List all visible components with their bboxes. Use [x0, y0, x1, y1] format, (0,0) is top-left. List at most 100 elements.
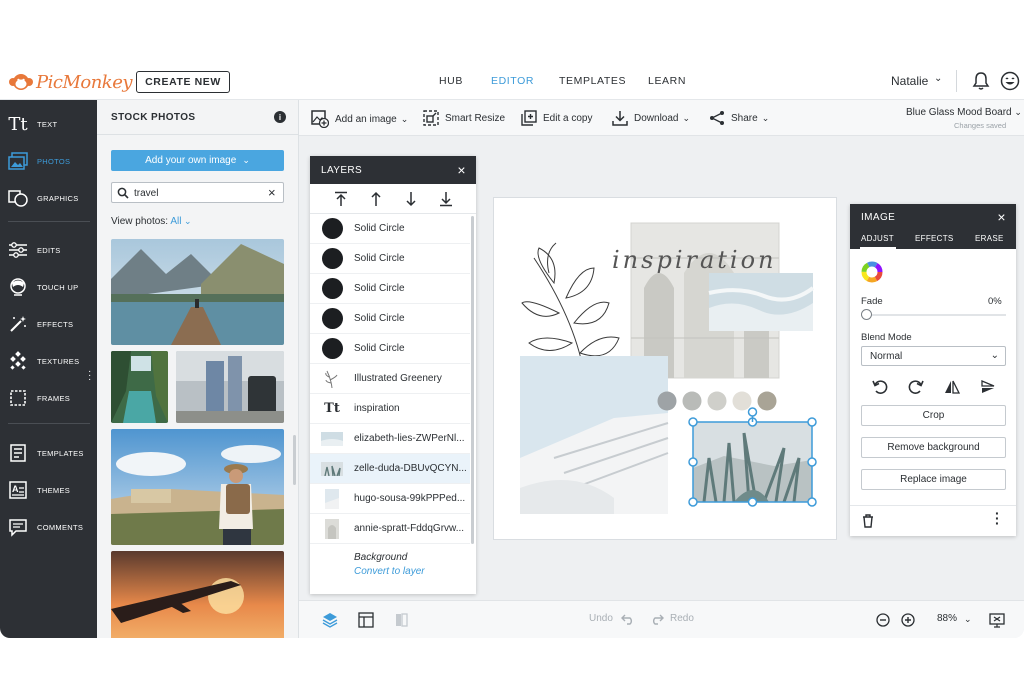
share-button[interactable]: Share ⌄: [709, 110, 769, 126]
rail-item-effects[interactable]: EFFECTS: [0, 307, 97, 341]
clear-search-icon[interactable]: ×: [268, 185, 276, 200]
nav-hub[interactable]: HUB: [439, 75, 463, 87]
fade-slider-thumb[interactable]: [861, 309, 872, 320]
zoom-in-icon[interactable]: [901, 613, 915, 627]
swatch-5[interactable]: [757, 391, 777, 411]
layers-icon[interactable]: [322, 612, 338, 628]
stock-photo[interactable]: [111, 429, 284, 545]
layer-row[interactable]: Solid Circle: [310, 274, 470, 304]
stock-photo[interactable]: [111, 239, 284, 345]
move-to-top-icon[interactable]: [334, 191, 348, 207]
close-icon[interactable]: ×: [997, 209, 1006, 225]
layer-label: Solid Circle: [354, 253, 405, 264]
edit-copy-button[interactable]: Edit a copy: [521, 110, 592, 126]
bell-icon[interactable]: [972, 71, 990, 91]
undo-icon[interactable]: [621, 613, 635, 625]
rail-item-graphics[interactable]: GRAPHICS: [0, 181, 97, 215]
close-icon[interactable]: ×: [457, 162, 466, 178]
rail-item-templates[interactable]: TEMPLATES: [0, 436, 97, 470]
trash-icon[interactable]: [862, 514, 874, 528]
nav-editor[interactable]: EDITOR: [491, 75, 534, 87]
move-to-bottom-icon[interactable]: [439, 191, 453, 207]
color-wheel-icon[interactable]: [861, 261, 883, 283]
canvas-image-cactus-selected[interactable]: [693, 422, 812, 503]
rail-item-touch-up[interactable]: TOUCH UP: [0, 270, 97, 304]
swatch-1[interactable]: [657, 391, 677, 411]
stock-photo[interactable]: [176, 351, 284, 423]
add-image-button[interactable]: Add an image ⌄: [311, 110, 408, 128]
rail-item-frames[interactable]: FRAMES: [0, 381, 97, 415]
canvas-image-waves[interactable]: [708, 273, 815, 331]
redo-icon[interactable]: [650, 613, 664, 625]
fade-slider[interactable]: [861, 314, 1006, 316]
design-canvas[interactable]: inspiration: [493, 197, 837, 540]
canvas-script-text[interactable]: inspiration: [612, 246, 777, 274]
layer-row-selected[interactable]: zelle-duda-DBUvQCYN...: [310, 454, 470, 484]
tab-erase[interactable]: ERASE: [975, 234, 1004, 243]
layer-row[interactable]: Solid Circle: [310, 244, 470, 274]
user-menu-chevron-icon[interactable]: ⌄: [934, 73, 942, 84]
redo-label[interactable]: Redo: [670, 613, 694, 624]
layer-row[interactable]: annie-spratt-FddqGrvw...: [310, 514, 470, 544]
create-new-button[interactable]: CREATE NEW: [136, 71, 230, 93]
user-name[interactable]: Natalie: [891, 74, 928, 88]
logo[interactable]: PicMonkey: [8, 69, 133, 95]
layer-row[interactable]: elizabeth-lies-ZWPerNl...: [310, 424, 470, 454]
blend-mode-select[interactable]: Normal ⌄: [861, 346, 1006, 366]
fit-screen-icon[interactable]: [989, 612, 1005, 628]
rail-item-themes[interactable]: A THEMES: [0, 473, 97, 507]
nav-learn[interactable]: LEARN: [648, 75, 686, 87]
swatch-3[interactable]: [707, 391, 727, 411]
rail-item-edits[interactable]: EDITS: [0, 233, 97, 267]
convert-to-layer-link[interactable]: Convert to layer: [354, 566, 425, 577]
rail-item-comments[interactable]: COMMENTS: [0, 510, 97, 544]
smart-resize-button[interactable]: Smart Resize: [423, 110, 505, 126]
info-icon[interactable]: i: [274, 111, 286, 123]
compare-icon[interactable]: [394, 612, 410, 628]
view-photos-filter[interactable]: View photos: All ⌄: [111, 216, 191, 227]
search-input[interactable]: travel ×: [111, 182, 284, 203]
more-options-icon[interactable]: · · ·: [995, 506, 1000, 530]
flip-vertical-icon[interactable]: [980, 379, 996, 395]
rotate-right-icon[interactable]: [908, 379, 924, 395]
stock-photo[interactable]: [111, 551, 284, 638]
swatch-2[interactable]: [682, 391, 702, 411]
replace-image-button[interactable]: Replace image: [861, 469, 1006, 490]
chevron-down-icon[interactable]: ⌄: [964, 614, 972, 625]
panel-scrollbar[interactable]: [293, 435, 296, 485]
layer-row[interactable]: Solid Circle: [310, 304, 470, 334]
rotate-left-icon[interactable]: [872, 379, 888, 395]
layer-row[interactable]: Solid Circle: [310, 214, 470, 244]
move-up-icon[interactable]: [369, 191, 383, 207]
nav-templates[interactable]: TEMPLATES: [559, 75, 626, 87]
add-own-image-button[interactable]: Add your own image ⌄: [111, 150, 284, 171]
remove-background-button[interactable]: Remove background: [861, 437, 1006, 458]
layer-row[interactable]: Illustrated Greenery: [310, 364, 470, 394]
swatch-4[interactable]: [732, 391, 752, 411]
canvas-greenery-illustration[interactable]: [521, 242, 620, 374]
zoom-out-icon[interactable]: [876, 613, 890, 627]
stock-photo[interactable]: [111, 351, 168, 423]
layer-row[interactable]: hugo-sousa-99kPPPed...: [310, 484, 470, 514]
document-title[interactable]: Blue Glass Mood Board ⌄: [906, 107, 1022, 118]
canvas-image-stairs[interactable]: [520, 356, 669, 514]
undo-label[interactable]: Undo: [589, 613, 613, 624]
smiley-icon[interactable]: [1000, 71, 1020, 91]
layer-row[interactable]: Tt inspiration: [310, 394, 470, 424]
tab-effects[interactable]: EFFECTS: [915, 234, 954, 243]
layer-row[interactable]: Solid Circle: [310, 334, 470, 364]
layers-scrollbar[interactable]: [471, 216, 474, 544]
move-down-icon[interactable]: [404, 191, 418, 207]
rail-item-textures[interactable]: TEXTURES: [0, 344, 97, 378]
tab-adjust[interactable]: ADJUST: [861, 234, 894, 243]
crop-button[interactable]: Crop: [861, 405, 1006, 426]
layer-label: inspiration: [354, 403, 400, 414]
flip-horizontal-icon[interactable]: [944, 379, 960, 395]
grid-layout-icon[interactable]: [358, 612, 374, 628]
zoom-level[interactable]: 88%: [937, 613, 957, 624]
rail-item-photos[interactable]: PHOTOS: [0, 144, 97, 178]
rail-item-text[interactable]: Tt TEXT: [0, 107, 97, 141]
rail-label: EFFECTS: [37, 319, 74, 329]
rail-resize-handle-icon[interactable]: · · ·: [88, 367, 91, 385]
download-button[interactable]: Download ⌄: [612, 110, 690, 126]
